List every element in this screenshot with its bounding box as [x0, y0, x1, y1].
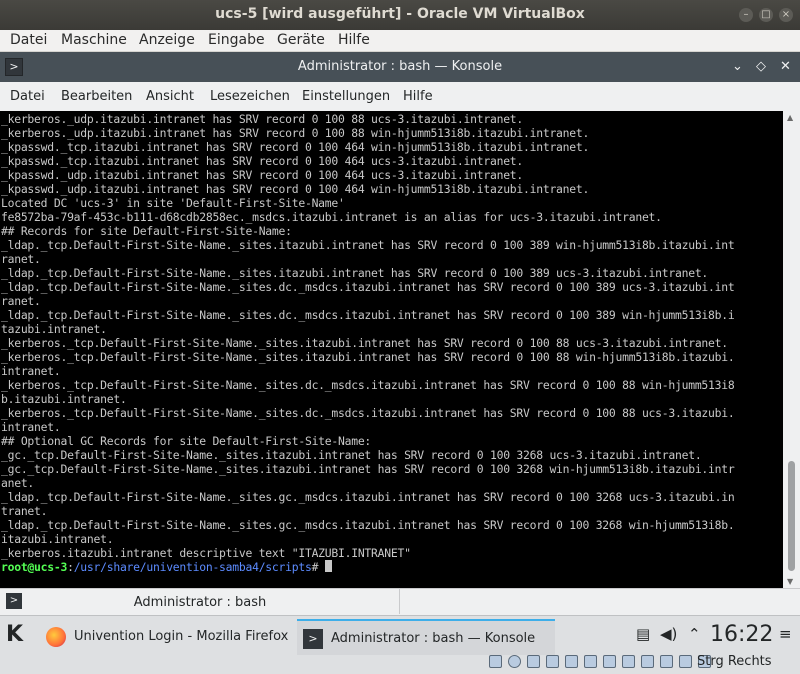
prompt-symbol: # [311, 560, 325, 574]
terminal-line: ## Records for site Default-First-Site-N… [1, 224, 292, 238]
terminal-line: _kerberos._tcp.Default-First-Site-Name._… [1, 406, 735, 420]
maximize-icon[interactable]: □ [759, 8, 773, 22]
menu-ansicht[interactable]: Ansicht [146, 89, 194, 104]
konsole-tabbar: > Administrator : bash [0, 588, 800, 614]
clock[interactable]: 16:22 [710, 622, 773, 647]
optical-drive-icon[interactable] [508, 655, 521, 668]
terminal-line: _kerberos.itazubi.intranet descriptive t… [1, 546, 411, 560]
audio-icon[interactable] [527, 655, 540, 668]
menu-datei[interactable]: Datei [10, 32, 47, 48]
menu-bearbeiten[interactable]: Bearbeiten [61, 89, 132, 104]
menu-anzeige[interactable]: Anzeige [139, 32, 195, 48]
window-title: ucs-5 [wird ausgeführt] - Oracle VM Virt… [215, 6, 585, 22]
terminal-line: _kerberos._tcp.Default-First-Site-Name._… [1, 378, 735, 392]
terminal-line: intranet. [1, 420, 61, 434]
vbox-menubar: Datei Maschine Anzeige Eingabe Geräte Hi… [0, 30, 800, 52]
terminal-line: anet. [1, 476, 35, 490]
prompt-path: /usr/share/univention-samba4/scripts [73, 560, 312, 574]
scroll-up-icon[interactable]: ▲ [787, 113, 793, 122]
menu-eingabe[interactable]: Eingabe [208, 32, 265, 48]
prompt-separator: : [67, 560, 74, 574]
terminal-line: intranet. [1, 364, 61, 378]
scroll-thumb[interactable] [788, 461, 795, 571]
virtualization-icon[interactable] [641, 655, 654, 668]
terminal-line: ranet. [1, 294, 41, 308]
terminal-line: _ldap._tcp.Default-First-Site-Name._site… [1, 238, 735, 252]
usb-icon[interactable] [565, 655, 578, 668]
clipboard-icon[interactable]: ▤ [636, 625, 650, 643]
tab-administrator-bash[interactable]: > Administrator : bash [0, 589, 400, 614]
task-label: Univention Login - Mozilla Firefox [74, 629, 289, 644]
volume-icon[interactable]: ◀) [660, 625, 677, 643]
terminal-line: _ldap._tcp.Default-First-Site-Name._site… [1, 308, 735, 322]
terminal-line: ## Optional GC Records for site Default-… [1, 434, 372, 448]
terminal-line: _ldap._tcp.Default-First-Site-Name._site… [1, 518, 735, 532]
terminal-line: _gc._tcp.Default-First-Site-Name._sites.… [1, 448, 702, 462]
panel-menu-icon[interactable]: ≡ [779, 625, 792, 643]
host-key: Strg Rechts [697, 654, 772, 669]
terminal-line: tazubi.intranet. [1, 322, 107, 336]
terminal-line: _kerberos._udp.itazubi.intranet has SRV … [1, 126, 590, 140]
konsole-titlebar: > Administrator : bash — Konsole ⌄ ◇ ✕ [0, 52, 800, 82]
mouse-integration-icon[interactable] [679, 655, 692, 668]
terminal-line: _kerberos._udp.itazubi.intranet has SRV … [1, 112, 524, 126]
terminal-line: b.itazubi.intranet. [1, 392, 127, 406]
menu-datei[interactable]: Datei [10, 89, 45, 104]
cpu-icon[interactable] [660, 655, 673, 668]
terminal-line: _gc._tcp.Default-First-Site-Name._sites.… [1, 462, 735, 476]
menu-lesezeichen[interactable]: Lesezeichen [210, 89, 290, 104]
menu-hilfe[interactable]: Hilfe [403, 89, 433, 104]
shell-prompt[interactable]: root@ucs-3:/usr/share/univention-samba4/… [1, 560, 783, 574]
terminal-line: _ldap._tcp.Default-First-Site-Name._site… [1, 266, 709, 280]
terminal-line: _ldap._tcp.Default-First-Site-Name._site… [1, 490, 735, 504]
text-cursor [324, 560, 332, 572]
konsole-menubar: Datei Bearbeiten Ansicht Lesezeichen Ein… [0, 84, 800, 110]
shared-folders-icon[interactable] [584, 655, 597, 668]
maximize-icon[interactable]: ◇ [756, 59, 766, 74]
hard-disk-icon[interactable] [489, 655, 502, 668]
terminal-line: _kpasswd._tcp.itazubi.intranet has SRV r… [1, 140, 590, 154]
close-icon[interactable]: × [779, 8, 793, 22]
video-capture-icon[interactable] [622, 655, 635, 668]
display-icon[interactable] [603, 655, 616, 668]
terminal-line: _kpasswd._udp.itazubi.intranet has SRV r… [1, 168, 524, 182]
task-konsole[interactable]: > Administrator : bash — Konsole [297, 619, 555, 655]
terminal-line: _ldap._tcp.Default-First-Site-Name._site… [1, 280, 735, 294]
konsole-icon: > [303, 629, 323, 649]
terminal-line: Located DC 'ucs-3' in site 'Default-Firs… [1, 196, 345, 210]
minimize-icon[interactable]: ⌄ [732, 59, 743, 74]
terminal-line: _kerberos._tcp.Default-First-Site-Name._… [1, 350, 735, 364]
terminal-line: ranet. [1, 252, 41, 266]
vbox-titlebar: ucs-5 [wird ausgeführt] - Oracle VM Virt… [0, 0, 800, 30]
konsole-window-title: Administrator : bash — Konsole [297, 59, 503, 74]
terminal-text: _kerberos._udp.itazubi.intranet has SRV … [0, 111, 783, 574]
close-icon[interactable]: ✕ [780, 59, 791, 74]
minimize-icon[interactable]: – [739, 8, 753, 22]
tab-label: Administrator : bash [133, 595, 267, 610]
terminal-line: _kerberos._tcp.Default-First-Site-Name._… [1, 336, 728, 350]
terminal-scrollbar[interactable]: ▲ ▼ [783, 111, 800, 588]
firefox-icon [46, 627, 66, 647]
scroll-down-icon[interactable]: ▼ [787, 577, 793, 586]
terminal-line: fe8572ba-79af-453c-b111-d68cdb2858ec._ms… [1, 210, 662, 224]
task-label: Administrator : bash — Konsole [331, 631, 536, 646]
network-icon[interactable] [546, 655, 559, 668]
terminal-output[interactable]: _kerberos._udp.itazubi.intranet has SRV … [0, 111, 783, 588]
menu-hilfe[interactable]: Hilfe [338, 32, 370, 48]
kde-launcher-icon[interactable]: K [6, 622, 23, 647]
task-firefox[interactable]: Univention Login - Mozilla Firefox [40, 619, 298, 655]
menu-geraete[interactable]: Geräte [277, 32, 325, 48]
terminal-line: _kpasswd._tcp.itazubi.intranet has SRV r… [1, 154, 524, 168]
menu-einstellungen[interactable]: Einstellungen [302, 89, 390, 104]
prompt-user: root@ucs-3 [1, 560, 68, 574]
terminal-line: itazubi.intranet. [1, 532, 114, 546]
terminal-line: tranet. [1, 504, 48, 518]
menu-maschine[interactable]: Maschine [61, 32, 127, 48]
terminal-line: _kpasswd._udp.itazubi.intranet has SRV r… [1, 182, 590, 196]
tray-expand-icon[interactable]: ⌃ [688, 625, 701, 643]
guest-screen: > Administrator : bash — Konsole ⌄ ◇ ✕ D… [0, 52, 800, 674]
